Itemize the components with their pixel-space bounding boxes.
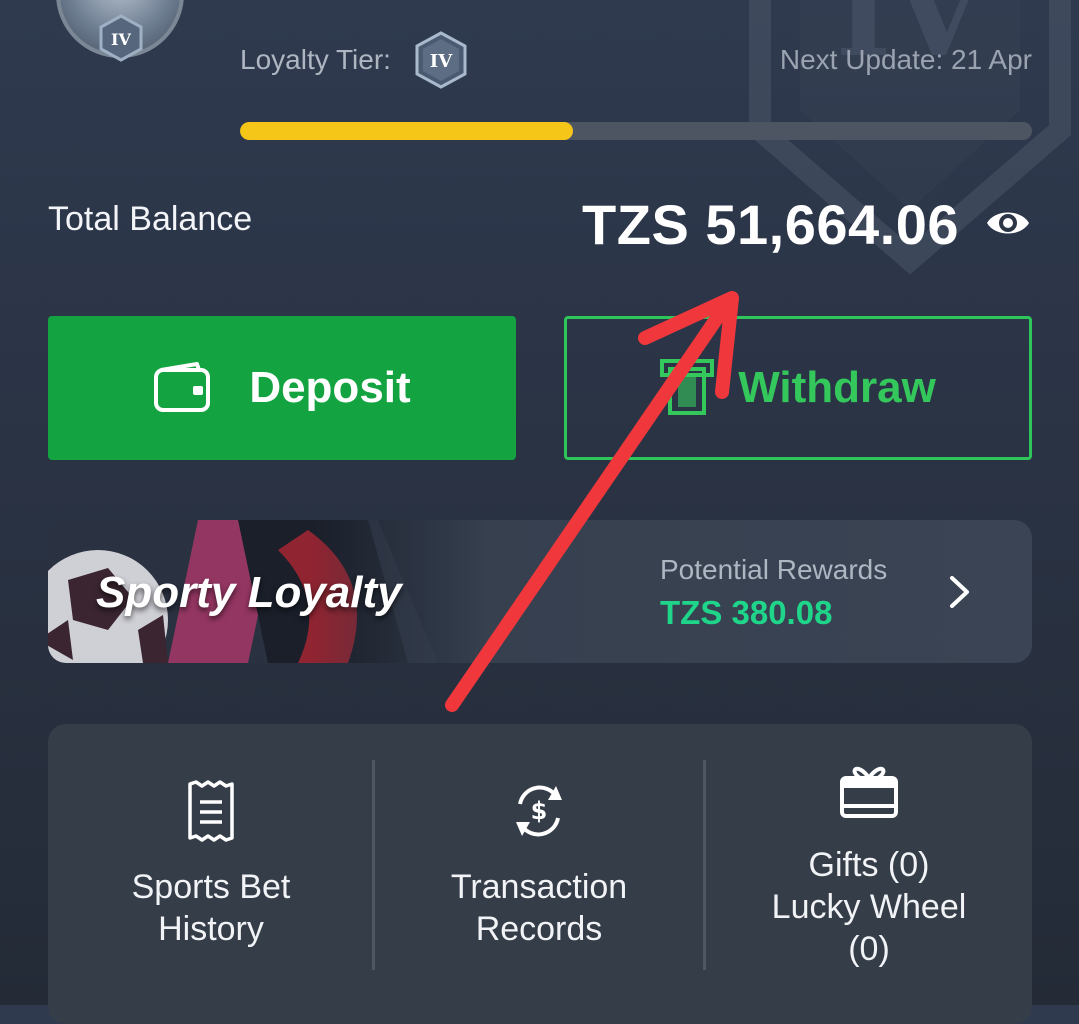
- loyalty-tier-badge-icon[interactable]: IV: [414, 31, 468, 89]
- next-update-text: Next Update: 21 Apr: [779, 44, 1032, 75]
- shortcut-divider: [372, 760, 375, 970]
- gifts-count-label: Gifts (0): [808, 846, 930, 884]
- loyalty-tier-label: Loyalty Tier:: [240, 44, 391, 75]
- svg-text:IV: IV: [111, 30, 131, 49]
- tier-progress-fill: [240, 122, 573, 140]
- transaction-records-line1: Transaction: [450, 868, 628, 906]
- withdraw-cash-icon: [660, 359, 715, 415]
- gifts-lucky-wheel-button[interactable]: Gifts (0) Lucky Wheel (0): [706, 724, 1032, 1024]
- svg-text:IV: IV: [430, 51, 453, 72]
- sports-bet-history-line2: History: [158, 910, 264, 948]
- withdraw-label: Withdraw: [738, 363, 936, 412]
- transaction-records-button[interactable]: $ Transaction Records: [376, 724, 702, 1024]
- svg-text:$: $: [531, 797, 548, 825]
- deposit-label: Deposit: [249, 363, 411, 412]
- avatar-tier-badge-icon: IV: [99, 14, 143, 62]
- gift-icon: [840, 766, 898, 818]
- ticket-icon: [188, 780, 234, 842]
- sports-bet-history-button[interactable]: Sports Bet History: [48, 724, 374, 1024]
- account-shortcuts-panel: Sports Bet History $ Transaction Records…: [48, 724, 1032, 1024]
- potential-rewards-value: TZS 380.08: [660, 594, 833, 631]
- total-balance-amount: TZS 51,664.06: [582, 193, 959, 256]
- potential-rewards-label: Potential Rewards: [660, 554, 888, 585]
- sports-bet-history-line1: Sports Bet: [131, 868, 291, 906]
- deposit-button[interactable]: Deposit: [48, 316, 516, 460]
- transaction-records-line2: Records: [475, 910, 603, 948]
- withdraw-button[interactable]: Withdraw: [564, 316, 1032, 460]
- dollar-exchange-icon: $: [516, 785, 562, 837]
- chevron-right-icon[interactable]: [948, 574, 972, 610]
- sporty-loyalty-title: Sporty Loyalty: [96, 568, 402, 617]
- tier-progress-bar: [240, 122, 1032, 140]
- lucky-wheel-label: Lucky Wheel: [771, 888, 967, 926]
- total-balance-label: Total Balance: [48, 200, 253, 238]
- lucky-wheel-count: (0): [848, 930, 890, 968]
- sporty-loyalty-card[interactable]: Sporty Loyalty Potential Rewards TZS 380…: [48, 520, 1032, 663]
- eye-icon[interactable]: [985, 203, 1031, 243]
- wallet-icon: [154, 362, 211, 412]
